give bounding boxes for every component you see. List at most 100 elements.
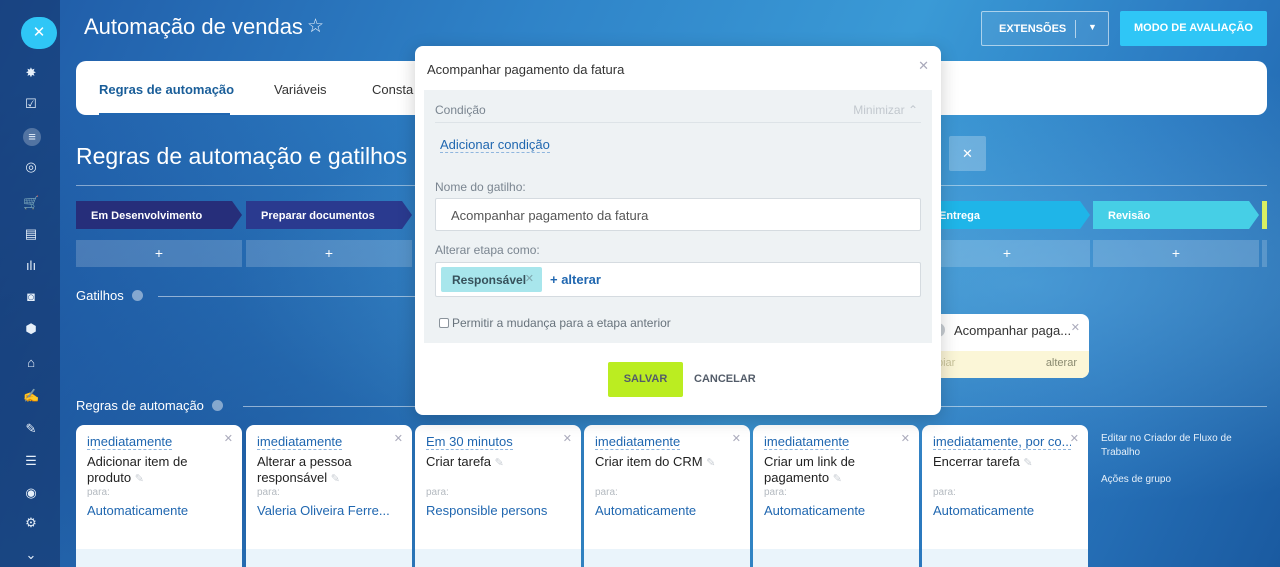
rule-timing[interactable]: imediatamente [595,434,681,450]
rule-target[interactable]: Valeria Oliveira Ferre... [257,503,407,518]
rule-card-footer [753,549,919,567]
close-icon[interactable]: ✕ [732,432,741,445]
checkbox-icon[interactable] [439,318,449,328]
tab-variables[interactable]: Variáveis [274,82,327,97]
pencil-icon[interactable]: ✎ [833,473,842,485]
box-icon[interactable]: ⬢ [23,322,39,336]
rule-name-text: Criar tarefa [426,454,492,469]
close-icon[interactable]: ✕ [1071,321,1080,334]
contact-card-icon[interactable]: ▤ [23,227,39,241]
close-icon[interactable]: ✕ [563,432,572,445]
cancel-button[interactable]: CANCELAR [694,373,756,385]
close-slider-button[interactable]: ✕ [21,17,57,49]
divider [243,406,418,407]
close-icon[interactable]: ✕ [1070,432,1079,445]
divider [1075,20,1076,38]
rule-timing[interactable]: imediatamente [257,434,343,450]
chip-label: Responsável [452,273,527,287]
funnel-icon[interactable]: ≡ [23,128,41,146]
add-rule-button[interactable]: + [76,240,242,267]
trigger-name-field[interactable]: Acompanhar pagamento da fatura [435,198,921,231]
change-stage-field[interactable]: Responsável ✕ + alterar [435,262,921,297]
close-icon[interactable]: ✕ [918,58,929,74]
rule-card[interactable]: imediatamente ✕ Alterar a pessoa responsá… [246,425,412,567]
edit-in-workflow-link[interactable]: Editar no Criador de Fluxo de Trabalho [1101,432,1241,460]
pencil-icon[interactable]: ✎ [135,473,144,485]
tab-constants[interactable]: Consta [372,82,413,97]
add-condition-link[interactable]: Adicionar condição [440,137,550,153]
pencil-icon[interactable]: ✎ [331,473,340,485]
pencil-icon[interactable]: ✎ [1023,457,1032,469]
activity-icon[interactable]: ✸ [23,66,39,80]
allow-previous-stage-checkbox[interactable]: Permitir a mudança para a etapa anterior [439,316,671,330]
trigger-name-value: Acompanhar pagamento da fatura [451,208,649,223]
change-link[interactable]: alterar [1046,357,1077,369]
rule-timing[interactable]: imediatamente, por co... [933,434,1071,450]
help-icon[interactable] [211,400,223,411]
tasks-icon[interactable]: ☑ [23,97,39,111]
rule-timing[interactable]: imediatamente [87,434,173,450]
rule-timing[interactable]: imediatamente [764,434,850,450]
rule-timing[interactable]: Em 30 minutos [426,434,513,450]
divider [941,406,1267,407]
settings-icon[interactable]: ⚙ [23,516,39,530]
stage-delivery[interactable]: Entrega [924,201,1090,229]
rules-label: Regras de automação [76,398,204,413]
rule-target-label: para: [933,487,956,498]
edit-doc-icon[interactable]: ✎ [23,422,39,436]
save-button[interactable]: SALVAR [608,362,683,397]
close-icon[interactable]: ✕ [525,272,534,285]
checkbox-label: Permitir a mudança para a etapa anterior [452,316,671,330]
add-rule-button[interactable] [1262,240,1267,267]
rule-target[interactable]: Automaticamente [764,503,914,518]
cart-icon[interactable]: 🛒 [23,196,39,210]
stage-prepare-documents[interactable]: Preparar documentos [246,201,412,229]
close-icon[interactable]: ✕ [949,136,986,171]
rule-target[interactable]: Responsible persons [426,503,576,518]
evaluation-mode-button[interactable]: MODO DE AVALIAÇÃO [1120,11,1267,46]
close-icon[interactable]: ✕ [224,432,233,445]
rule-card[interactable]: Em 30 minutos ✕ Criar tarefa ✎ para: Resp… [415,425,581,567]
rule-target[interactable]: Automaticamente [87,503,237,518]
pencil-icon[interactable]: ✎ [706,457,715,469]
list-icon[interactable]: ☰ [23,454,39,468]
star-icon[interactable]: ☆ [307,15,324,38]
rule-target[interactable]: Automaticamente [933,503,1083,518]
responsible-chip[interactable]: Responsável ✕ [441,267,542,292]
tab-automation-rules[interactable]: Regras de automação [99,82,234,97]
analytics-icon[interactable]: ılı [23,259,39,273]
close-icon[interactable]: ✕ [394,432,403,445]
stage-in-development[interactable]: Em Desenvolvimento [76,201,242,229]
change-stage-label: Alterar etapa como: [435,243,540,257]
rule-card[interactable]: imediatamente, por co... ✕ Encerrar taref… [922,425,1088,567]
extensions-button[interactable]: EXTENSÕES ▼ [981,11,1109,46]
rule-name-text: Criar item do CRM [595,454,703,469]
rule-card[interactable]: imediatamente ✕ Criar item do CRM ✎ para:… [584,425,750,567]
add-rule-button[interactable]: + [924,240,1090,267]
pencil-icon[interactable]: ✎ [495,457,504,469]
target-icon[interactable]: ◎ [23,160,39,174]
alter-link[interactable]: + alterar [550,272,601,287]
add-rule-button[interactable]: + [246,240,412,267]
store-icon[interactable]: ⌂ [23,356,39,370]
rule-card[interactable]: imediatamente ✕ Adicionar item de produto… [76,425,242,567]
close-icon[interactable]: ✕ [901,432,910,445]
rule-target-label: para: [87,487,110,498]
stage-review[interactable]: Revisão [1093,201,1259,229]
robot-icon[interactable]: ◙ [23,290,39,304]
rule-card[interactable]: imediatamente ✕ Criar um link de pagament… [753,425,919,567]
rule-target[interactable]: Automaticamente [595,503,745,518]
help-icon[interactable] [131,290,143,301]
add-rule-button[interactable]: + [1093,240,1259,267]
minimize-button[interactable]: Minimizar ⌃ [853,103,918,117]
chevron-down-icon[interactable]: ▼ [1088,22,1097,32]
stage-next[interactable] [1262,201,1267,229]
trigger-title: Acompanhar paga... [954,323,1072,338]
trigger-card[interactable]: Acompanhar paga... ✕ piar alterar [937,314,1089,378]
circle-icon[interactable]: ◉ [23,486,39,500]
signature-icon[interactable]: ✍ [23,389,39,403]
more-icon[interactable]: ⌄ [23,548,39,562]
page-title: Automação de vendas [84,14,303,39]
group-actions-link[interactable]: Ações de grupo [1101,473,1171,487]
condition-label: Condição [435,103,486,117]
